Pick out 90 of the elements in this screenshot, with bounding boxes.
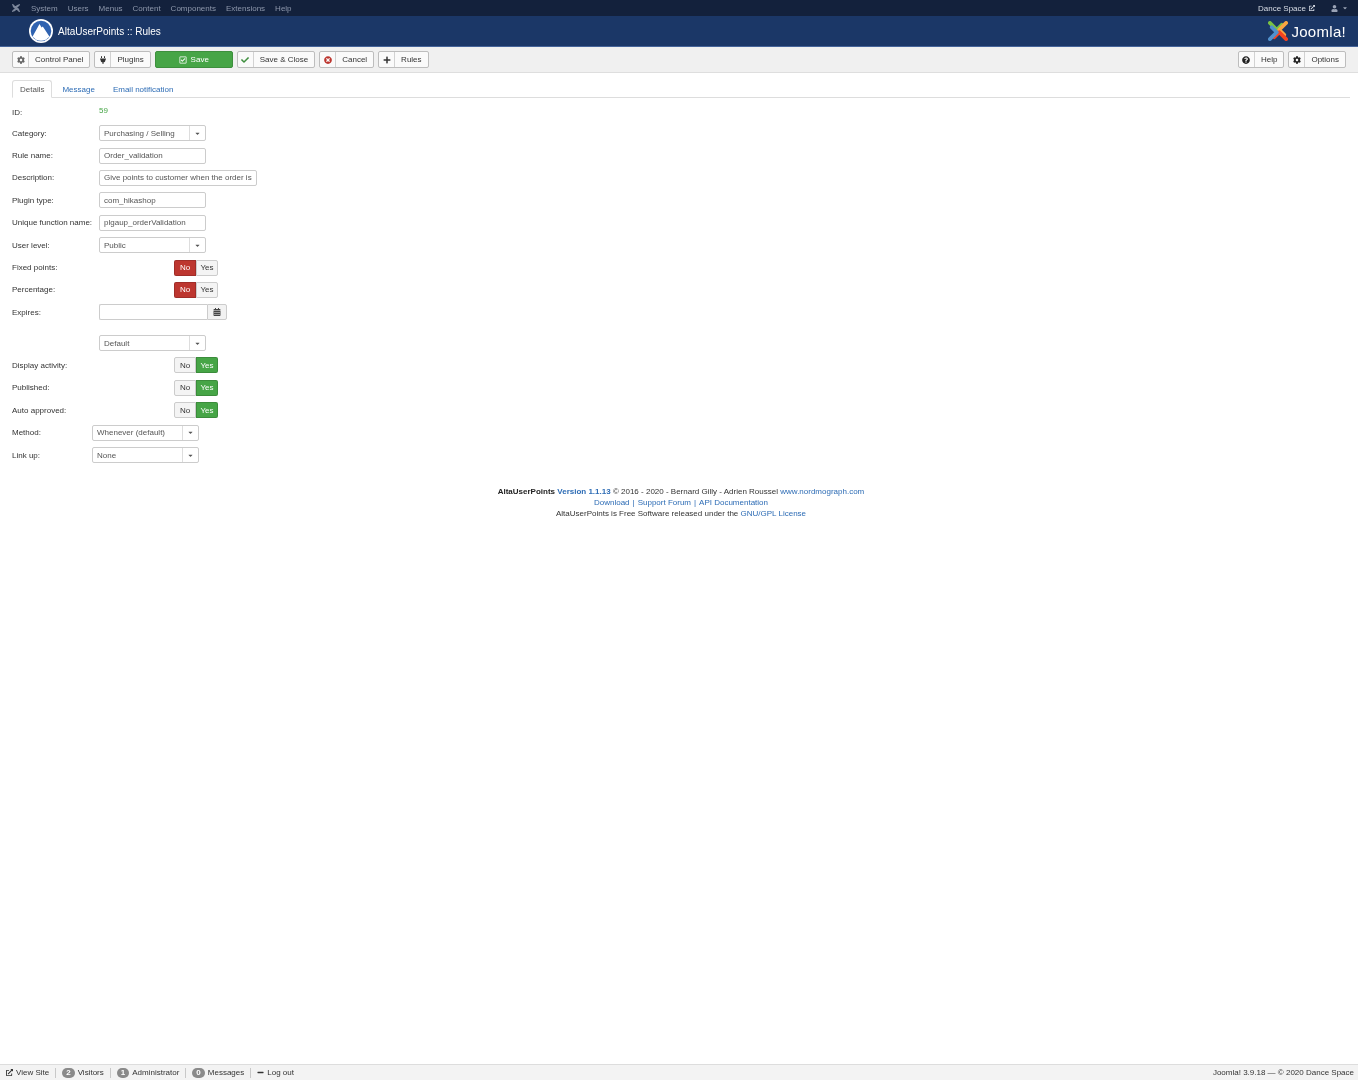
- help-button[interactable]: Help: [1237, 51, 1285, 68]
- menu-item[interactable]: Menus: [93, 3, 128, 13]
- link-separator: |: [694, 497, 697, 509]
- field-label: Auto approved:: [12, 405, 68, 415]
- website-link[interactable]: www.nordmograph.com: [780, 487, 865, 497]
- logo-icon[interactable]: [11, 3, 21, 13]
- field-label: Method:: [12, 428, 42, 438]
- count-badge: 2: [62, 1067, 75, 1078]
- date-field[interactable]: [99, 304, 207, 321]
- field-label: Plugin type:: [12, 195, 55, 205]
- toggle-button[interactable]: Yes: [196, 259, 218, 276]
- license-text: AltaUserPoints is Free Software released under the GNU/GPL License: [555, 508, 807, 520]
- field-label: Expires:: [12, 307, 42, 317]
- tab[interactable]: Details: [12, 80, 53, 98]
- menu-item[interactable]: Extensions: [220, 3, 271, 13]
- site-link[interactable]: Dance Space: [1257, 3, 1315, 13]
- status-link[interactable]: 0 Messages: [185, 1067, 251, 1078]
- check-icon: [241, 55, 250, 64]
- count-badge: 1: [116, 1067, 130, 1078]
- gear-icon: [16, 55, 25, 64]
- view-site-link[interactable]: View Site: [0, 1067, 56, 1078]
- logout-link[interactable]: Log out: [250, 1067, 300, 1078]
- footer-link[interactable]: API Documentation: [699, 497, 768, 509]
- text-field[interactable]: plgaup_orderValidation: [99, 214, 206, 231]
- count-badge: 0: [192, 1067, 205, 1078]
- menu-item[interactable]: Users: [62, 3, 94, 13]
- plus-icon: [382, 55, 391, 64]
- status-link[interactable]: 1 Administrator: [109, 1067, 186, 1078]
- field-label: Rule name:: [12, 151, 54, 161]
- menu-item[interactable]: Help: [270, 3, 297, 13]
- user-icon: [1331, 4, 1338, 12]
- field-label: Unique function name:: [12, 218, 94, 228]
- select-field[interactable]: Public: [99, 237, 206, 254]
- field-label: Link up:: [12, 450, 42, 460]
- link-separator: |: [632, 497, 635, 509]
- page-title: AltaUserPoints :: Rules: [58, 25, 161, 37]
- cancel-icon: [323, 55, 332, 64]
- toggle-button[interactable]: Yes: [196, 281, 218, 298]
- select-field[interactable]: Default: [99, 335, 206, 352]
- text-field[interactable]: com_hikashop: [99, 192, 206, 209]
- save-close-button[interactable]: Save & Close: [236, 51, 316, 68]
- plug-icon: [99, 55, 107, 64]
- caret-icon: [187, 429, 194, 437]
- calendar-icon: [213, 308, 221, 317]
- field-label: Category:: [12, 128, 48, 138]
- calendar-button[interactable]: [207, 304, 227, 321]
- field-label: Description:: [12, 173, 56, 183]
- toggle-button[interactable]: No: [174, 379, 196, 396]
- status-link[interactable]: 2 Visitors: [55, 1067, 110, 1078]
- field-label: Display activity:: [12, 361, 69, 370]
- control-panel-button[interactable]: Control Panel: [12, 51, 91, 68]
- menu-item[interactable]: Content: [127, 3, 166, 13]
- menu-item[interactable]: System: [26, 3, 63, 13]
- select-field[interactable]: None: [92, 447, 199, 464]
- footer-link[interactable]: Download: [594, 497, 630, 509]
- brand-name: Joomla!: [1291, 22, 1346, 40]
- license-link[interactable]: GNU/GPL License: [740, 509, 807, 519]
- caret-icon: [1342, 5, 1348, 11]
- logo-icon: [1268, 21, 1289, 41]
- tab[interactable]: Email notification: [104, 80, 182, 98]
- gear-icon: [1292, 55, 1301, 64]
- user-menu-button[interactable]: [1331, 4, 1348, 12]
- toggle-button[interactable]: No: [174, 281, 196, 298]
- toggle-button[interactable]: No: [174, 402, 196, 419]
- field-label: Fixed points:: [12, 263, 59, 273]
- tab[interactable]: Message: [54, 80, 103, 98]
- version-text: Joomla! 3.9.18 — © 2020 Dance Space: [1212, 1068, 1354, 1077]
- text-field[interactable]: Order_validation: [99, 147, 206, 164]
- menu-item[interactable]: Components: [165, 3, 221, 13]
- field-label: User level:: [12, 240, 51, 250]
- field-label: Percentage:: [12, 285, 57, 295]
- mountain-logo-icon: [29, 19, 53, 43]
- select-field[interactable]: Whenever (default): [92, 424, 199, 441]
- select-field[interactable]: Purchasing / Selling: [99, 125, 206, 142]
- minus-icon: [257, 1069, 265, 1076]
- cancel-button[interactable]: Cancel: [319, 51, 375, 68]
- text-field[interactable]: Give points to customer when the order is: [99, 169, 257, 186]
- external-link-icon: [6, 1069, 13, 1076]
- options-button[interactable]: Options: [1288, 51, 1346, 68]
- plugins-button[interactable]: Plugins: [94, 51, 151, 68]
- credits-text: AltaUserPoints Version 1.1.13 © 2016 - 2020 - Bernard Gilly - Adrien Roussel www.nordmograph.com: [497, 486, 865, 498]
- field-label: Published:: [12, 383, 51, 393]
- external-link-icon: [1309, 5, 1315, 11]
- toggle-button[interactable]: No: [174, 259, 196, 276]
- id-value: 59: [99, 105, 108, 115]
- field-label: ID:: [12, 107, 24, 117]
- help-icon: [1242, 55, 1251, 64]
- toggle-button[interactable]: No: [174, 357, 196, 374]
- footer-link[interactable]: Support Forum: [637, 497, 691, 509]
- rules-button[interactable]: Rules: [378, 51, 429, 68]
